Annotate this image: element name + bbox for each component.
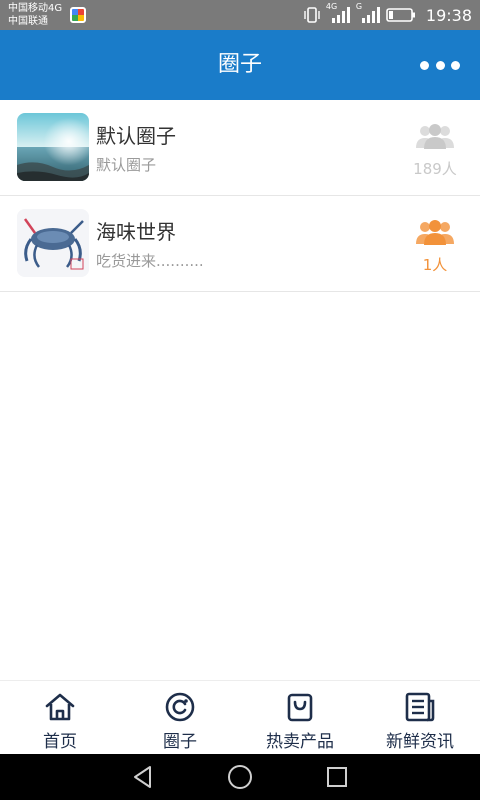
- shopping-bag-icon: [287, 693, 313, 722]
- carrier-line-2: 中国联通: [8, 16, 48, 27]
- tab-label: 新鲜资讯: [386, 732, 454, 752]
- battery-icon: [386, 8, 415, 22]
- sea-photo: [17, 113, 89, 181]
- member-count-group: 1人: [410, 218, 460, 275]
- status-bar: 中国移动4G 中国联通 4G G 19:38: [0, 0, 480, 30]
- circle-item-default[interactable]: 默认圈子 默认圈子 189人: [0, 100, 480, 196]
- tab-label: 热卖产品: [266, 732, 334, 752]
- home-icon: [45, 693, 75, 721]
- circle-item-seafood[interactable]: 海味世界 吃货进来.......... 1人: [0, 196, 480, 292]
- crab-photo: [17, 209, 89, 277]
- home-circle-icon[interactable]: [226, 763, 254, 791]
- tab-label: 首页: [43, 732, 77, 752]
- vibrate-icon: [304, 7, 320, 23]
- carrier-line-1: 中国移动4G: [8, 3, 63, 14]
- system-nav-bar: [0, 754, 480, 800]
- signal-4g-icon: 4G: [326, 2, 350, 24]
- circle-name: 海味世界: [96, 220, 176, 244]
- carrier-info: 中国移动4G 中国联通: [8, 2, 62, 28]
- member-count: 1人: [422, 256, 448, 274]
- circle-list: 默认圈子 默认圈子 189人 海味世界 吃货进来.......... 1人: [0, 100, 480, 292]
- bottom-tab-bar: 首页 圈子 热卖产品 新鲜资讯: [0, 680, 480, 754]
- tab-home[interactable]: 首页: [0, 681, 120, 755]
- signal-g-icon: G: [356, 2, 380, 24]
- circle-description: 吃货进来..........: [96, 252, 204, 270]
- clock: 19:38: [425, 5, 472, 25]
- tab-news[interactable]: 新鲜资讯: [360, 681, 480, 755]
- tab-circles[interactable]: 圈子: [120, 681, 240, 755]
- title-bar: 圈子: [0, 30, 480, 100]
- members-icon: [416, 220, 454, 245]
- news-icon: [405, 692, 435, 722]
- back-icon[interactable]: [130, 764, 156, 790]
- member-count: 189人: [413, 160, 457, 178]
- tab-label: 圈子: [163, 732, 197, 752]
- members-icon: [416, 124, 454, 149]
- circle-description: 默认圈子: [96, 156, 157, 174]
- member-count-group: 189人: [410, 122, 460, 179]
- circle-c-icon: [165, 692, 195, 722]
- page-title: 圈子: [217, 52, 262, 77]
- more-dots-icon[interactable]: [420, 53, 460, 77]
- status-indicators: 4G G 19:38: [304, 0, 472, 30]
- circle-name: 默认圈子: [96, 124, 176, 148]
- app-notification-icon: [70, 7, 86, 23]
- recents-square-icon[interactable]: [324, 764, 350, 790]
- tab-hot-products[interactable]: 热卖产品: [240, 681, 360, 755]
